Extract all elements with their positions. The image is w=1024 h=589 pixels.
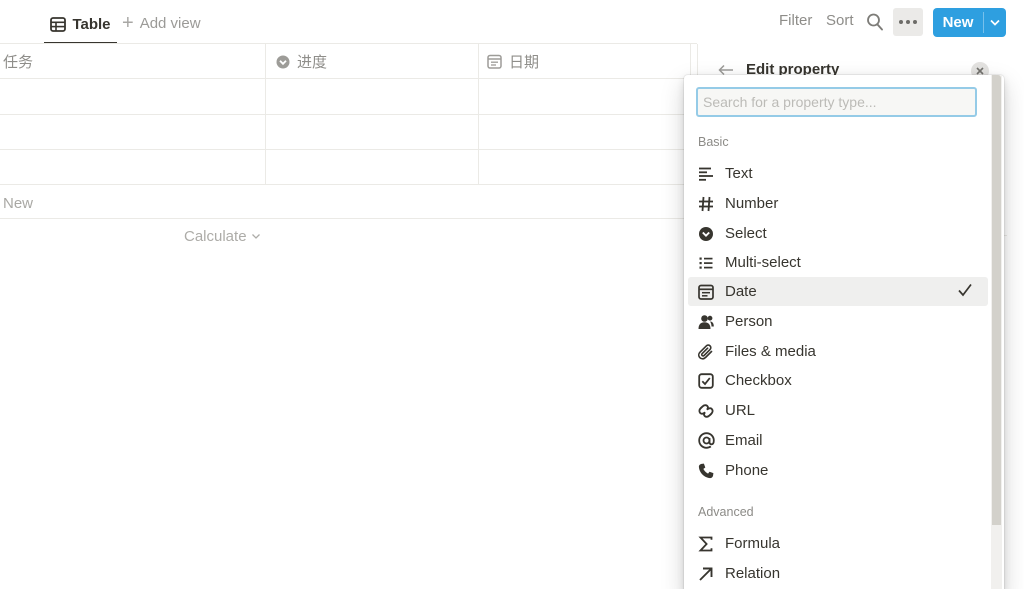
filter-button[interactable]: Filter: [779, 12, 812, 29]
add-view-button[interactable]: + Add view: [122, 10, 201, 36]
plus-icon: +: [122, 12, 134, 34]
table-row[interactable]: [0, 79, 690, 114]
chevron-down-icon: [251, 234, 260, 239]
menu-item-label: Relation: [725, 565, 781, 582]
menu-item-files-media[interactable]: Files & media: [688, 337, 988, 366]
text-icon: [697, 165, 715, 183]
new-button[interactable]: New: [933, 8, 1006, 37]
menu-item-relation[interactable]: Relation: [688, 559, 988, 588]
menu-item-label: Files & media: [725, 343, 816, 360]
section-label-basic: Basic: [698, 135, 729, 149]
checkbox-icon: [697, 372, 715, 390]
add-view-label: Add view: [139, 14, 201, 32]
column-header-date[interactable]: 日期: [487, 45, 539, 78]
toolbar: Table + Add view Filter Sort New: [0, 0, 1024, 44]
divider: [0, 218, 697, 219]
checkmark-icon: [958, 283, 972, 297]
menu-item-label: Select: [725, 225, 767, 242]
select-icon: [697, 225, 715, 243]
menu-item-label: Date: [725, 283, 757, 300]
sigma-icon: [697, 535, 715, 553]
menu-item-label: Multi-select: [725, 254, 801, 271]
table-row[interactable]: [0, 115, 690, 149]
dot-icon: [913, 20, 917, 24]
multi-select-icon: [697, 254, 715, 272]
phone-icon: [697, 462, 715, 480]
table-view-tab[interactable]: Table: [44, 6, 117, 44]
menu-item-label: Checkbox: [725, 372, 792, 389]
property-type-search-input[interactable]: [696, 87, 977, 117]
menu-item-select[interactable]: Select: [688, 219, 988, 248]
dot-icon: [906, 20, 910, 24]
search-icon[interactable]: [866, 12, 884, 32]
dot-icon: [899, 20, 903, 24]
view-tab-label: Table: [72, 15, 111, 33]
select-icon: [276, 55, 290, 68]
column-header-label: 日期: [509, 53, 540, 71]
chevron-down-icon[interactable]: [984, 8, 1006, 37]
calendar-icon: [487, 54, 502, 69]
divider: [0, 184, 697, 185]
column-header-progress[interactable]: 进度: [276, 45, 327, 78]
menu-item-label: URL: [725, 402, 756, 419]
menu-item-label: Phone: [725, 462, 769, 479]
add-row-button[interactable]: New: [3, 195, 33, 212]
arrow-left-icon[interactable]: [718, 64, 734, 76]
calculate-button[interactable]: Calculate: [184, 228, 261, 245]
menu-item-label: Text: [725, 165, 753, 182]
new-button-label: New: [942, 14, 974, 31]
more-options-button[interactable]: [893, 8, 923, 36]
link-icon: [697, 402, 715, 420]
menu-item-email[interactable]: Email: [688, 426, 988, 455]
menu-item-formula[interactable]: Formula: [688, 529, 988, 558]
number-icon: [697, 195, 715, 213]
menu-item-label: Number: [725, 195, 779, 212]
scrollbar-thumb[interactable]: [992, 75, 1001, 525]
column-header-label: 任务: [3, 53, 34, 71]
table-icon: [50, 16, 67, 32]
menu-item-checkbox[interactable]: Checkbox: [688, 366, 988, 395]
menu-item-label: Person: [725, 313, 773, 330]
menu-item-date[interactable]: Date: [688, 277, 988, 306]
calculate-label: Calculate: [184, 228, 247, 245]
menu-item-label: Formula: [725, 535, 781, 552]
table-row[interactable]: [0, 150, 690, 184]
arrow-up-right-icon: [697, 565, 715, 583]
section-label-advanced: Advanced: [698, 505, 754, 519]
at-icon: [697, 432, 715, 450]
divider: [0, 43, 697, 44]
menu-item-text[interactable]: Text: [688, 159, 988, 188]
menu-item-label: Email: [725, 432, 763, 449]
person-icon: [697, 313, 715, 331]
menu-item-number[interactable]: Number: [688, 189, 988, 218]
property-type-menu: Basic Text Number Select Multi-select Da…: [684, 75, 1004, 589]
sort-button[interactable]: Sort: [826, 12, 854, 29]
menu-item-phone[interactable]: Phone: [688, 456, 988, 485]
column-header-label: 进度: [297, 53, 328, 71]
paperclip-icon: [697, 343, 715, 361]
column-header-task[interactable]: 任务: [3, 45, 33, 78]
calendar-icon: [697, 283, 715, 301]
menu-item-person[interactable]: Person: [688, 307, 988, 336]
menu-item-url[interactable]: URL: [688, 396, 988, 425]
menu-scrollbar[interactable]: [991, 75, 1002, 589]
menu-item-multi-select[interactable]: Multi-select: [688, 248, 988, 277]
